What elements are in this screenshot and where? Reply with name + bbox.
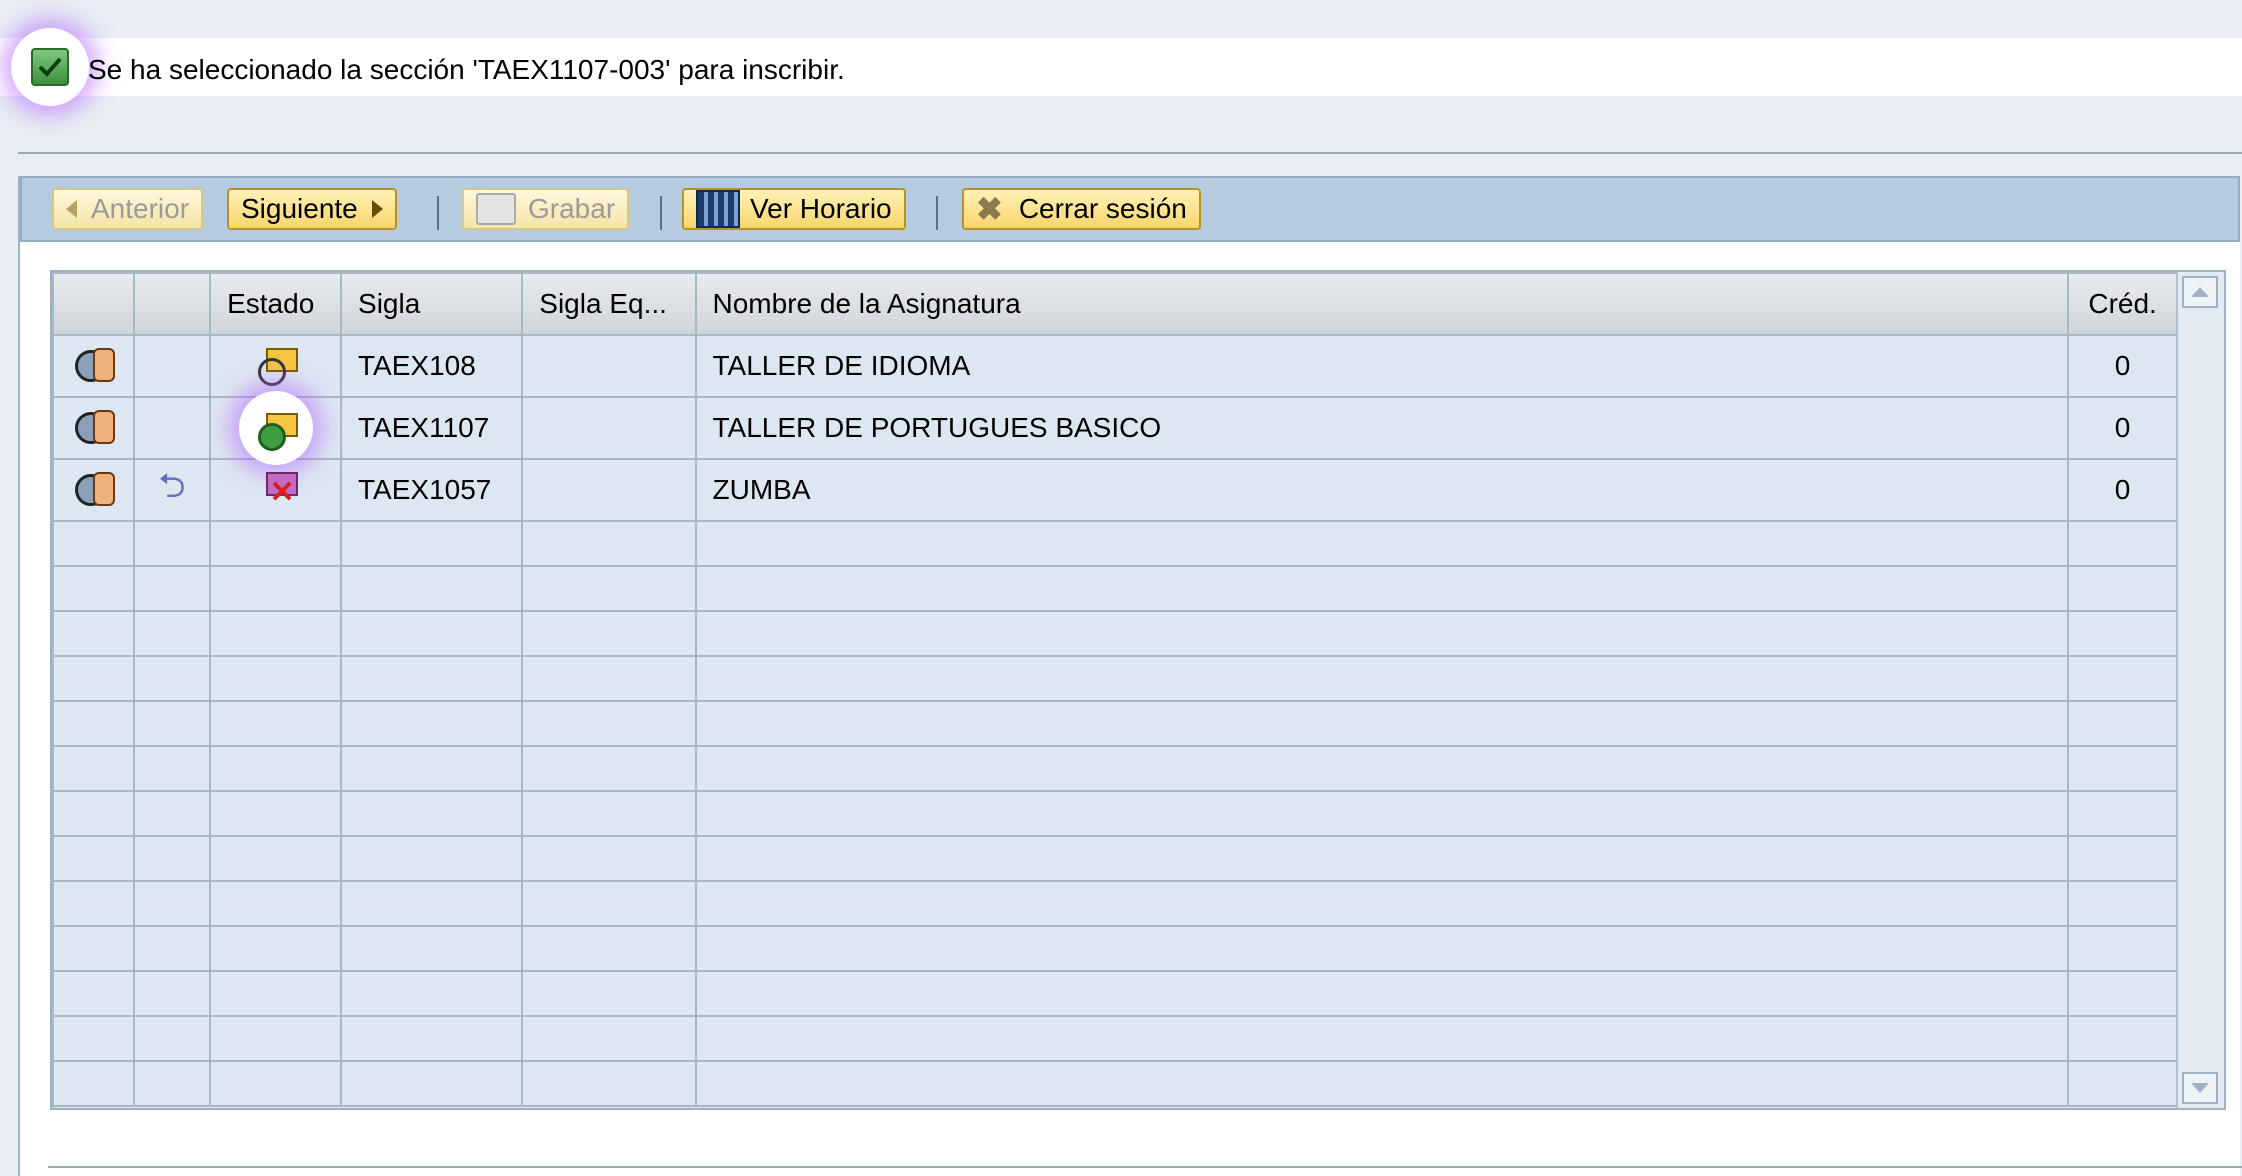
column-header-code[interactable]: Sigla <box>340 272 524 336</box>
column-header-credits[interactable]: Créd. <box>2067 272 2178 336</box>
course-code: TAEX1107 <box>340 396 524 460</box>
table-row-empty <box>52 565 2178 612</box>
table-row-empty <box>52 1060 2178 1107</box>
view-details-icon[interactable] <box>73 346 116 382</box>
toolbar-separator <box>437 196 439 230</box>
view-details-icon[interactable] <box>73 470 116 506</box>
view-details-icon[interactable] <box>73 408 116 444</box>
detail-cell[interactable] <box>52 396 135 460</box>
credits: 0 <box>2067 396 2178 460</box>
course-code: TAEX108 <box>340 334 524 398</box>
return-arrow-icon[interactable]: ⮌ <box>158 462 185 519</box>
table-row-empty <box>52 700 2178 747</box>
arrow-right-icon <box>371 200 383 218</box>
status-cell <box>209 334 343 398</box>
next-label: Siguiente <box>241 193 358 224</box>
status-selected-icon <box>256 411 299 451</box>
vertical-scrollbar[interactable] <box>2176 272 2224 1108</box>
previous-label: Anterior <box>91 193 190 224</box>
status-selected-highlight <box>239 391 314 465</box>
arrow-left-icon <box>66 200 77 218</box>
courses-table: Estado Sigla Sigla Eq... Nombre de la As… <box>50 270 2226 1110</box>
status-cell: ✕ <box>209 458 343 522</box>
save-icon <box>476 193 516 225</box>
equiv-code <box>521 458 697 522</box>
toolbar-separator <box>936 196 938 230</box>
table-row-empty <box>52 970 2178 1017</box>
scroll-down-button[interactable] <box>2182 1072 2218 1104</box>
table-header-row: Estado Sigla Sigla Eq... Nombre de la As… <box>52 272 2178 336</box>
save-label: Grabar <box>528 193 616 224</box>
column-header-status[interactable]: Estado <box>209 272 343 336</box>
scroll-up-button[interactable] <box>2182 276 2218 308</box>
detail-cell[interactable] <box>52 334 135 398</box>
schedule-label: Ver Horario <box>750 193 892 224</box>
next-button[interactable]: Siguiente <box>227 188 397 230</box>
status-rejected-icon: ✕ <box>256 470 298 507</box>
table-row-empty <box>52 1015 2178 1062</box>
course-code: TAEX1057 <box>340 458 524 522</box>
previous-button[interactable]: Anterior <box>52 188 204 230</box>
equiv-code <box>521 396 697 460</box>
column-header-equiv-code[interactable]: Sigla Eq... <box>521 272 697 336</box>
table-row-empty <box>52 835 2178 882</box>
schedule-grid-icon <box>696 190 740 228</box>
message-icon-highlight <box>11 28 89 106</box>
courses-grid: Estado Sigla Sigla Eq... Nombre de la As… <box>52 272 2178 1107</box>
table-row-empty <box>52 790 2178 837</box>
course-name: TALLER DE IDIOMA <box>694 334 2070 398</box>
divider <box>18 152 2242 154</box>
table-row-empty <box>52 925 2178 972</box>
message-text: Se ha seleccionado la sección 'TAEX1107-… <box>88 54 845 85</box>
column-header-course-name[interactable]: Nombre de la Asignatura <box>694 272 2070 336</box>
column-header[interactable] <box>52 272 135 336</box>
status-pending-icon <box>256 346 298 386</box>
checkbox-checked-icon <box>31 48 69 86</box>
view-schedule-button[interactable]: Ver Horario <box>682 188 906 230</box>
course-name: ZUMBA <box>694 458 2070 522</box>
logout-label: Cerrar sesión <box>1018 193 1187 224</box>
table-row-empty <box>52 880 2178 927</box>
credits: 0 <box>2067 334 2178 398</box>
table-row-empty <box>52 745 2178 792</box>
logout-button[interactable]: ✖ Cerrar sesión <box>962 188 1201 230</box>
action-cell <box>132 396 212 460</box>
table-row[interactable]: TAEX108 TALLER DE IDIOMA 0 <box>52 334 2178 398</box>
toolbar-separator <box>660 196 662 230</box>
equiv-code <box>521 334 697 398</box>
table-row-empty <box>52 610 2178 657</box>
table-row[interactable]: TAEX1107 TALLER DE PORTUGUES BASICO 0 <box>52 391 2178 465</box>
toolbar: Anterior Siguiente Grabar Ver Horario ✖ … <box>20 176 2240 242</box>
table-row-empty <box>52 520 2178 567</box>
chevron-down-icon <box>2191 1083 2209 1093</box>
action-cell[interactable]: ⮌ <box>132 458 212 522</box>
enrollment-panel: Anterior Siguiente Grabar Ver Horario ✖ … <box>18 176 2240 1176</box>
divider <box>48 1166 2242 1168</box>
status-cell <box>209 391 343 465</box>
action-cell <box>132 334 212 398</box>
close-icon: ✖ <box>976 191 1003 227</box>
save-button[interactable]: Grabar <box>462 188 630 230</box>
table-row-empty <box>52 655 2178 702</box>
column-header[interactable] <box>132 272 212 336</box>
course-name: TALLER DE PORTUGUES BASICO <box>694 396 2070 460</box>
detail-cell[interactable] <box>52 458 135 522</box>
chevron-up-icon <box>2191 287 2209 297</box>
credits: 0 <box>2067 458 2178 522</box>
table-row[interactable]: ⮌ ✕ TAEX1057 ZUMBA 0 <box>52 458 2178 522</box>
